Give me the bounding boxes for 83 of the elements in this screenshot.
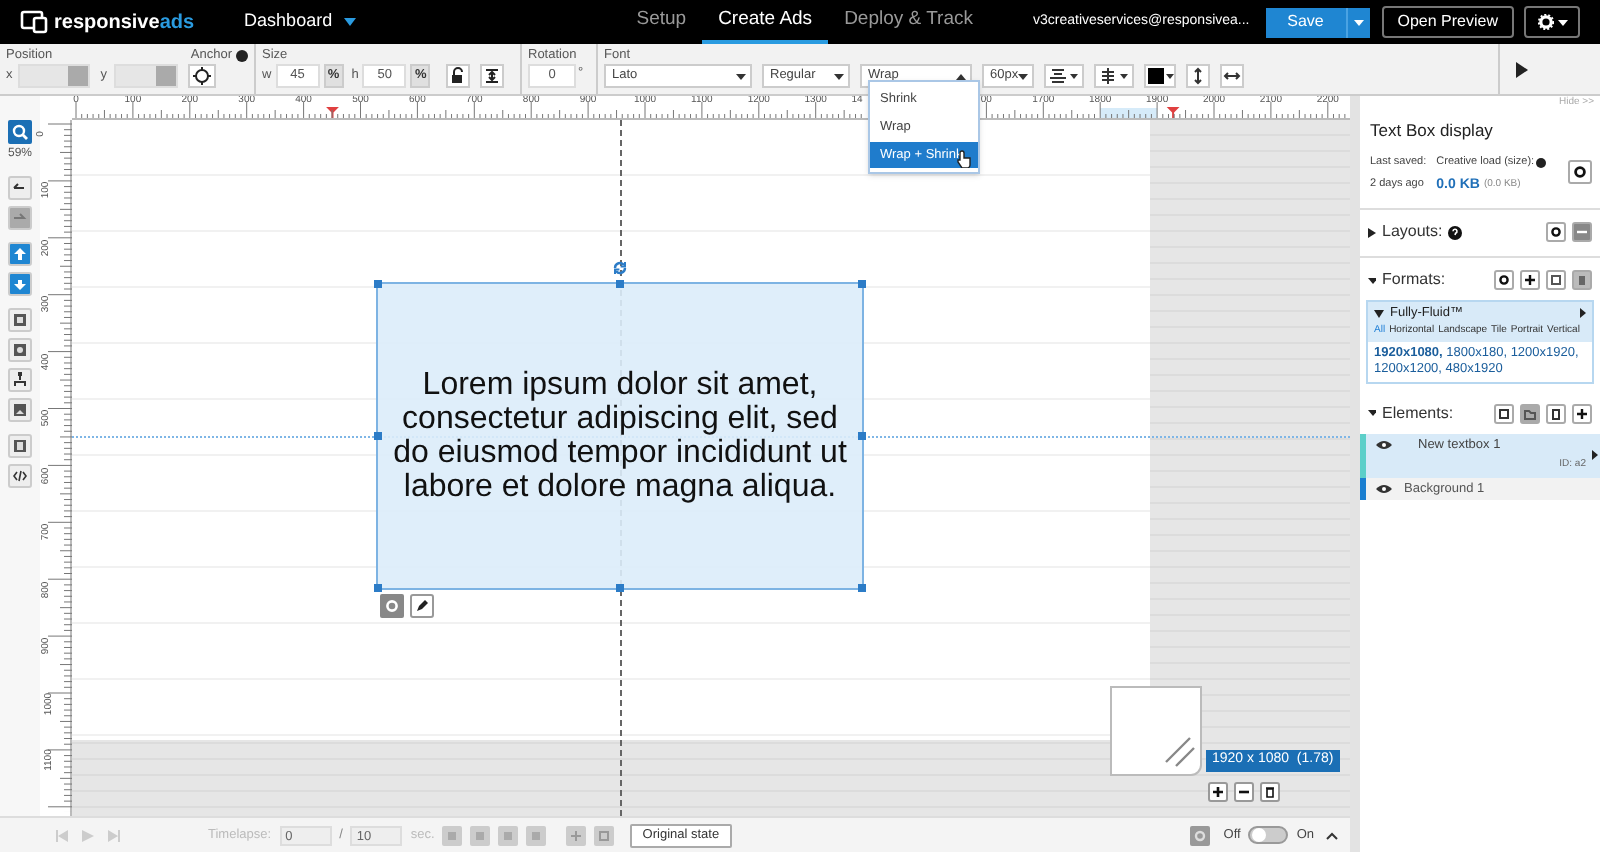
delete-button[interactable] [1546,403,1566,423]
caret-icon [736,73,746,79]
resize-handle[interactable] [374,280,382,288]
add-button[interactable] [1520,270,1540,290]
dashboard-menu[interactable]: Dashboard [244,8,357,36]
section-toggle[interactable]: Layouts: [1368,220,1443,244]
resize-handle[interactable] [374,584,382,592]
layers-button[interactable] [8,308,32,332]
resize-handle[interactable] [858,432,866,440]
image-button[interactable] [8,338,32,362]
expand-caret-icon [1368,275,1376,285]
expand-caret-icon [1368,408,1376,418]
nav-tab[interactable]: Setup [620,0,703,44]
info-icon [1536,157,1547,168]
bring-forward-button[interactable] [8,242,32,266]
letter-spacing-button[interactable] [1220,64,1244,88]
folder-button[interactable] [1520,403,1540,423]
resize-handle[interactable] [374,432,382,440]
settings-button[interactable] [1546,222,1566,242]
text-align-button[interactable] [1044,64,1084,88]
ruler-marker [1168,107,1180,118]
x-input-field[interactable] [18,64,91,88]
zoom-button[interactable] [8,120,32,144]
resize-handle[interactable] [858,280,866,288]
resize-handle[interactable] [616,584,624,592]
zoom-out-button[interactable] [1234,782,1254,802]
hierarchy-button[interactable] [8,368,32,392]
save-options-button[interactable] [1345,7,1370,37]
settings-button[interactable] [1568,160,1592,185]
logo-icon [20,10,48,34]
play-icon[interactable] [1516,61,1528,77]
anchor-button[interactable] [187,64,215,88]
save-button[interactable] [1546,270,1566,290]
eye-icon[interactable] [1376,483,1392,493]
caret-icon [1018,73,1029,79]
rotate-handle[interactable] [612,260,628,276]
section-toggle[interactable]: Elements: [1368,401,1454,425]
y-input-field[interactable] [113,64,177,88]
trash-button[interactable] [1260,782,1280,802]
duplicate-button[interactable] [1494,403,1514,423]
line-height-button[interactable] [1186,64,1210,88]
undo-button[interactable] [8,176,32,200]
caret-right-icon[interactable] [1580,308,1586,318]
resize-handle[interactable] [858,584,866,592]
gear-icon [1537,14,1553,30]
gallery-button[interactable] [8,398,32,422]
resize-corner-icon [1110,686,1202,776]
fit-button[interactable] [480,64,505,88]
expand-caret-icon [1368,227,1376,237]
save-state-button[interactable] [594,825,615,845]
color-picker-button[interactable] [1144,64,1176,88]
text-box-content: Lorem ipsum dolor sit amet, consectetur adipiscing elit, sed do eiusmod tempor incididunt ut labore et dolore magna aliqua. [391,368,849,504]
help-icon [1448,225,1463,239]
edit-button[interactable] [410,594,434,618]
add-keyframe-button[interactable] [566,825,587,845]
film-button[interactable] [8,434,32,458]
zoom-in-button[interactable] [1208,782,1228,802]
vertical-align-button[interactable] [1094,64,1134,88]
caret-icon [344,18,357,26]
chevron-up-icon[interactable] [1326,831,1338,839]
caret-icon [834,73,844,79]
settings-button[interactable] [1494,270,1514,290]
resize-handle[interactable] [616,280,624,288]
help-icon [236,49,248,61]
add-button[interactable] [1572,403,1592,423]
on-off-toggle[interactable] [1248,826,1289,844]
open-preview-button[interactable]: Open Preview [1381,6,1514,38]
caret-icon [1557,19,1567,25]
nav-tab[interactable]: Deploy & Track [828,0,989,44]
eye-icon[interactable] [1376,439,1392,449]
ruler-marker [327,107,339,118]
caret-right-icon[interactable] [1592,449,1598,459]
save-button[interactable]: Save [1265,7,1346,37]
text-box[interactable]: Lorem ipsum dolor sit amet, consectetur adipiscing elit, sed do eiusmod tempor incididunt ut labore et dolore magna aliqua. [376,282,864,590]
logo-wordmark: responsiveads [54,9,195,37]
send-backward-button[interactable] [8,272,32,296]
caret-icon [1353,19,1364,25]
lock-button[interactable] [446,64,471,88]
section-toggle[interactable]: Formats: [1368,268,1446,292]
settings-button[interactable] [1524,6,1580,38]
code-button[interactable] [8,464,32,488]
panel-title: Text Box display [1370,117,1495,143]
expand-caret-icon [1374,309,1384,317]
